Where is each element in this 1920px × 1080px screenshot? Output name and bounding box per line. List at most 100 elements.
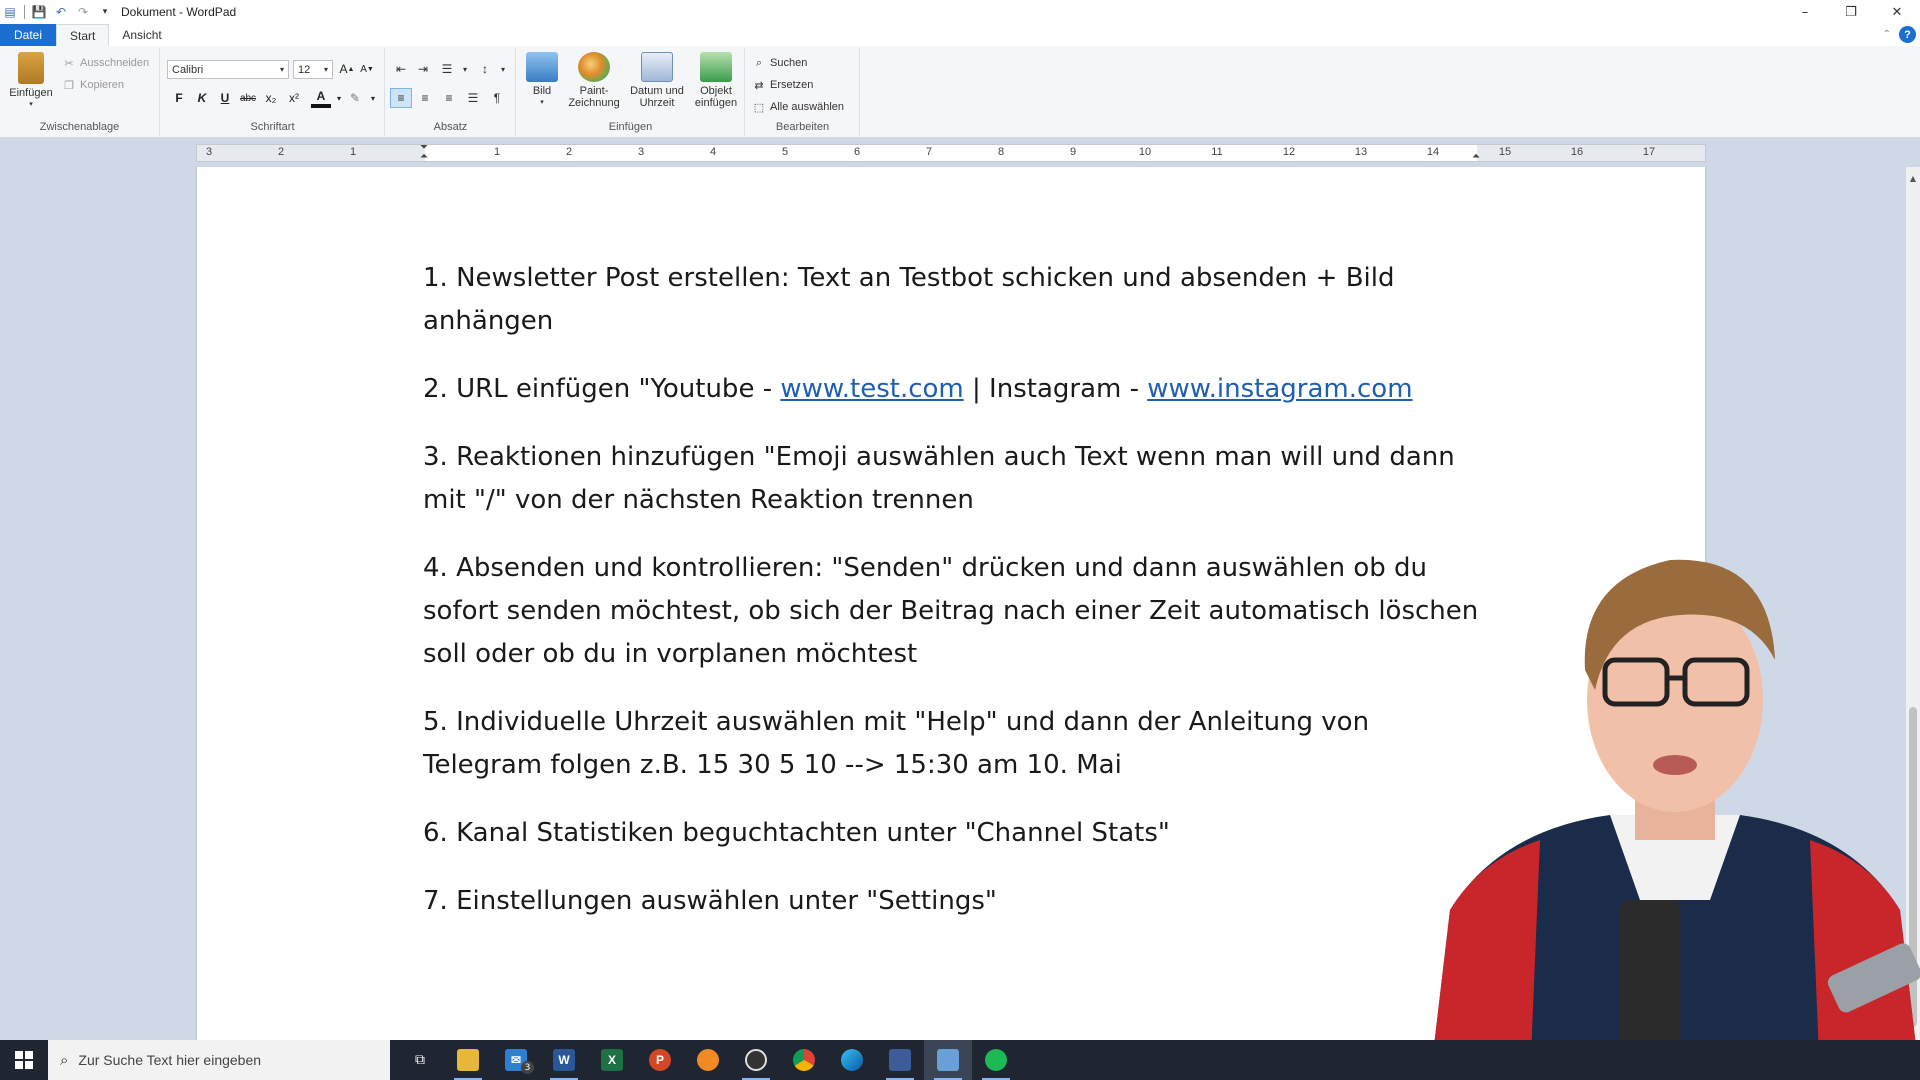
wordpad-taskbar-button[interactable] <box>924 1040 972 1080</box>
underline-button[interactable]: U <box>215 88 235 108</box>
highlight-dropdown-icon[interactable]: ▾ <box>363 88 383 108</box>
copy-button[interactable]: ❐ Kopieren <box>62 78 124 92</box>
help-icon[interactable]: ? <box>1899 26 1916 43</box>
insert-group-label: Einfügen <box>608 121 653 133</box>
file-explorer-button[interactable] <box>444 1040 492 1080</box>
bullet-list-dropdown-icon[interactable]: ▾ <box>454 59 476 79</box>
paragraph-group: ⇤ ⇥ ☰ ▾ ↕ ▾ ≡ ≡ ≡ ☰ ¶ Absatz <box>386 48 516 136</box>
paragraph-item-4[interactable]: 4. Absenden und kontrollieren: "Senden" … <box>423 547 1483 676</box>
subscript-button[interactable]: x₂ <box>261 88 281 108</box>
replace-label: Ersetzen <box>770 79 814 91</box>
word-button[interactable]: W <box>540 1040 588 1080</box>
webcam-overlay <box>1410 540 1920 1080</box>
ruler[interactable]: ⏷ ⏶ ⏶ 3 2 1 1 2 3 4 5 6 7 8 9 10 11 12 13 14 15 16 17 <box>196 143 1706 162</box>
align-center-icon[interactable]: ≡ <box>414 88 436 108</box>
tab-file[interactable]: Datei <box>0 24 56 46</box>
obs-button[interactable] <box>732 1040 780 1080</box>
decrease-indent-icon[interactable]: ⇤ <box>390 59 412 79</box>
ruler-number: 9 <box>1069 146 1077 158</box>
quick-access-toolbar: ▤ 💾 ↶ ↷ ▾ <box>0 4 113 20</box>
wordpad-app-icon[interactable]: ▤ <box>2 4 18 20</box>
grow-font-button[interactable]: A ▲ <box>337 59 357 79</box>
insert-object-button[interactable]: Objekt einfügen <box>689 52 743 109</box>
increase-indent-icon[interactable]: ⇥ <box>412 59 434 79</box>
link-instagram[interactable]: www.instagram.com <box>1147 374 1412 404</box>
bold-button[interactable]: F <box>169 88 189 108</box>
spotify-button[interactable] <box>972 1040 1020 1080</box>
ruler-number: 1 <box>349 146 357 158</box>
edit-group-label: Bearbeiten <box>775 121 830 133</box>
italic-button[interactable]: K <box>192 88 212 108</box>
minimize-button[interactable]: – <box>1782 0 1828 24</box>
paragraph-item-6[interactable]: 6. Kanal Statistiken beguchtachten unter… <box>423 812 1483 855</box>
line-spacing-dropdown-icon[interactable]: ▾ <box>492 59 514 79</box>
clipboard-group-label: Zwischenablage <box>39 121 120 133</box>
paragraph-item-7[interactable]: 7. Einstellungen auswählen unter "Settin… <box>423 880 1483 923</box>
close-button[interactable]: ✕ <box>1874 0 1920 24</box>
align-right-icon[interactable]: ≡ <box>438 88 460 108</box>
item-2-prefix: 2. URL einfügen "Youtube - <box>423 374 781 404</box>
font-size-value: 12 <box>298 63 311 76</box>
save-icon[interactable]: 💾 <box>31 4 47 20</box>
paragraph-settings-icon[interactable]: ¶ <box>486 88 508 108</box>
tab-start[interactable]: Start <box>56 24 110 46</box>
link-test[interactable]: www.test.com <box>780 374 963 404</box>
font-family-select[interactable]: Calibri ▾ <box>167 60 289 79</box>
start-button[interactable] <box>0 1040 48 1080</box>
superscript-button[interactable]: x² <box>284 88 304 108</box>
edge-button[interactable] <box>828 1040 876 1080</box>
customize-qat-icon[interactable]: ▾ <box>97 4 113 20</box>
font-size-select[interactable]: 12 ▾ <box>293 60 333 79</box>
tab-view[interactable]: Ansicht <box>109 24 174 46</box>
cut-button[interactable]: ✂ Ausschneiden <box>62 56 149 70</box>
excel-button[interactable]: X <box>588 1040 636 1080</box>
powerpoint-button[interactable]: P <box>636 1040 684 1080</box>
ruler-number: 10 <box>1138 146 1152 158</box>
task-view-button[interactable]: ⧉ <box>396 1040 444 1080</box>
align-left-icon[interactable]: ≡ <box>390 88 412 108</box>
ruler-number: 13 <box>1354 146 1368 158</box>
qat-separator <box>24 5 25 19</box>
strikethrough-button[interactable]: abc <box>238 88 258 108</box>
paragraph-item-5[interactable]: 5. Individuelle Uhrzeit auswählen mit "H… <box>423 701 1483 787</box>
task-view-icon: ⧉ <box>415 1052 425 1068</box>
restore-button[interactable]: ❐ <box>1828 0 1874 24</box>
mail-button[interactable]: ✉ 3 <box>492 1040 540 1080</box>
shrink-font-button[interactable]: A ▼ <box>357 59 377 79</box>
replace-button[interactable]: ⇄ Ersetzen <box>752 78 813 92</box>
ruler-number: 8 <box>997 146 1005 158</box>
collapse-ribbon-icon[interactable]: ⌃ <box>1883 29 1891 40</box>
replace-icon: ⇄ <box>754 79 764 92</box>
scroll-up-icon[interactable]: ▲ <box>1906 171 1920 185</box>
chrome-button[interactable] <box>780 1040 828 1080</box>
select-all-icon: ⬚ <box>753 101 765 114</box>
font-family-dropdown-icon: ▾ <box>279 65 284 74</box>
redo-icon[interactable]: ↷ <box>75 4 91 20</box>
select-all-button[interactable]: ⬚ Alle auswählen <box>752 100 844 114</box>
paint-drawing-button[interactable]: Paint-Zeichnung <box>563 52 625 109</box>
font-family-value: Calibri <box>172 63 204 76</box>
taskbar-search[interactable]: ⌕ Zur Suche Text hier eingeben <box>48 1040 390 1080</box>
paragraph-item-1[interactable]: 1. Newsletter Post erstellen: Text an Te… <box>423 257 1483 343</box>
document-body[interactable]: 1. Newsletter Post erstellen: Text an Te… <box>423 257 1483 948</box>
app-orange-button[interactable] <box>684 1040 732 1080</box>
ruler-indent-marker[interactable]: ⏷ ⏶ <box>420 143 428 162</box>
app-blue-button[interactable] <box>876 1040 924 1080</box>
justify-icon[interactable]: ☰ <box>462 88 484 108</box>
paste-button[interactable]: Einfügen ▾ <box>6 52 56 111</box>
paragraph-item-2[interactable]: 2. URL einfügen "Youtube - www.test.com … <box>423 368 1483 411</box>
picture-dropdown-icon[interactable]: ▾ <box>540 97 544 109</box>
picture-button[interactable]: Bild ▾ <box>521 52 563 109</box>
ruler-number: 12 <box>1282 146 1296 158</box>
paragraph-item-3[interactable]: 3. Reaktionen hinzufügen "Emoji auswähle… <box>423 436 1483 522</box>
font-color-button[interactable]: A <box>311 88 331 108</box>
select-all-label: Alle auswählen <box>770 101 844 113</box>
undo-icon[interactable]: ↶ <box>53 4 69 20</box>
find-button[interactable]: ⌕ Suchen <box>752 56 807 70</box>
word-icon: W <box>553 1049 575 1071</box>
datetime-button[interactable]: Datum und Uhrzeit <box>625 52 689 109</box>
ruler-number: 2 <box>277 146 285 158</box>
paste-dropdown-icon[interactable]: ▾ <box>29 99 33 111</box>
ruler-right-indent-marker[interactable]: ⏶ <box>1472 151 1480 162</box>
highlight-button[interactable]: ✎ <box>345 88 365 108</box>
